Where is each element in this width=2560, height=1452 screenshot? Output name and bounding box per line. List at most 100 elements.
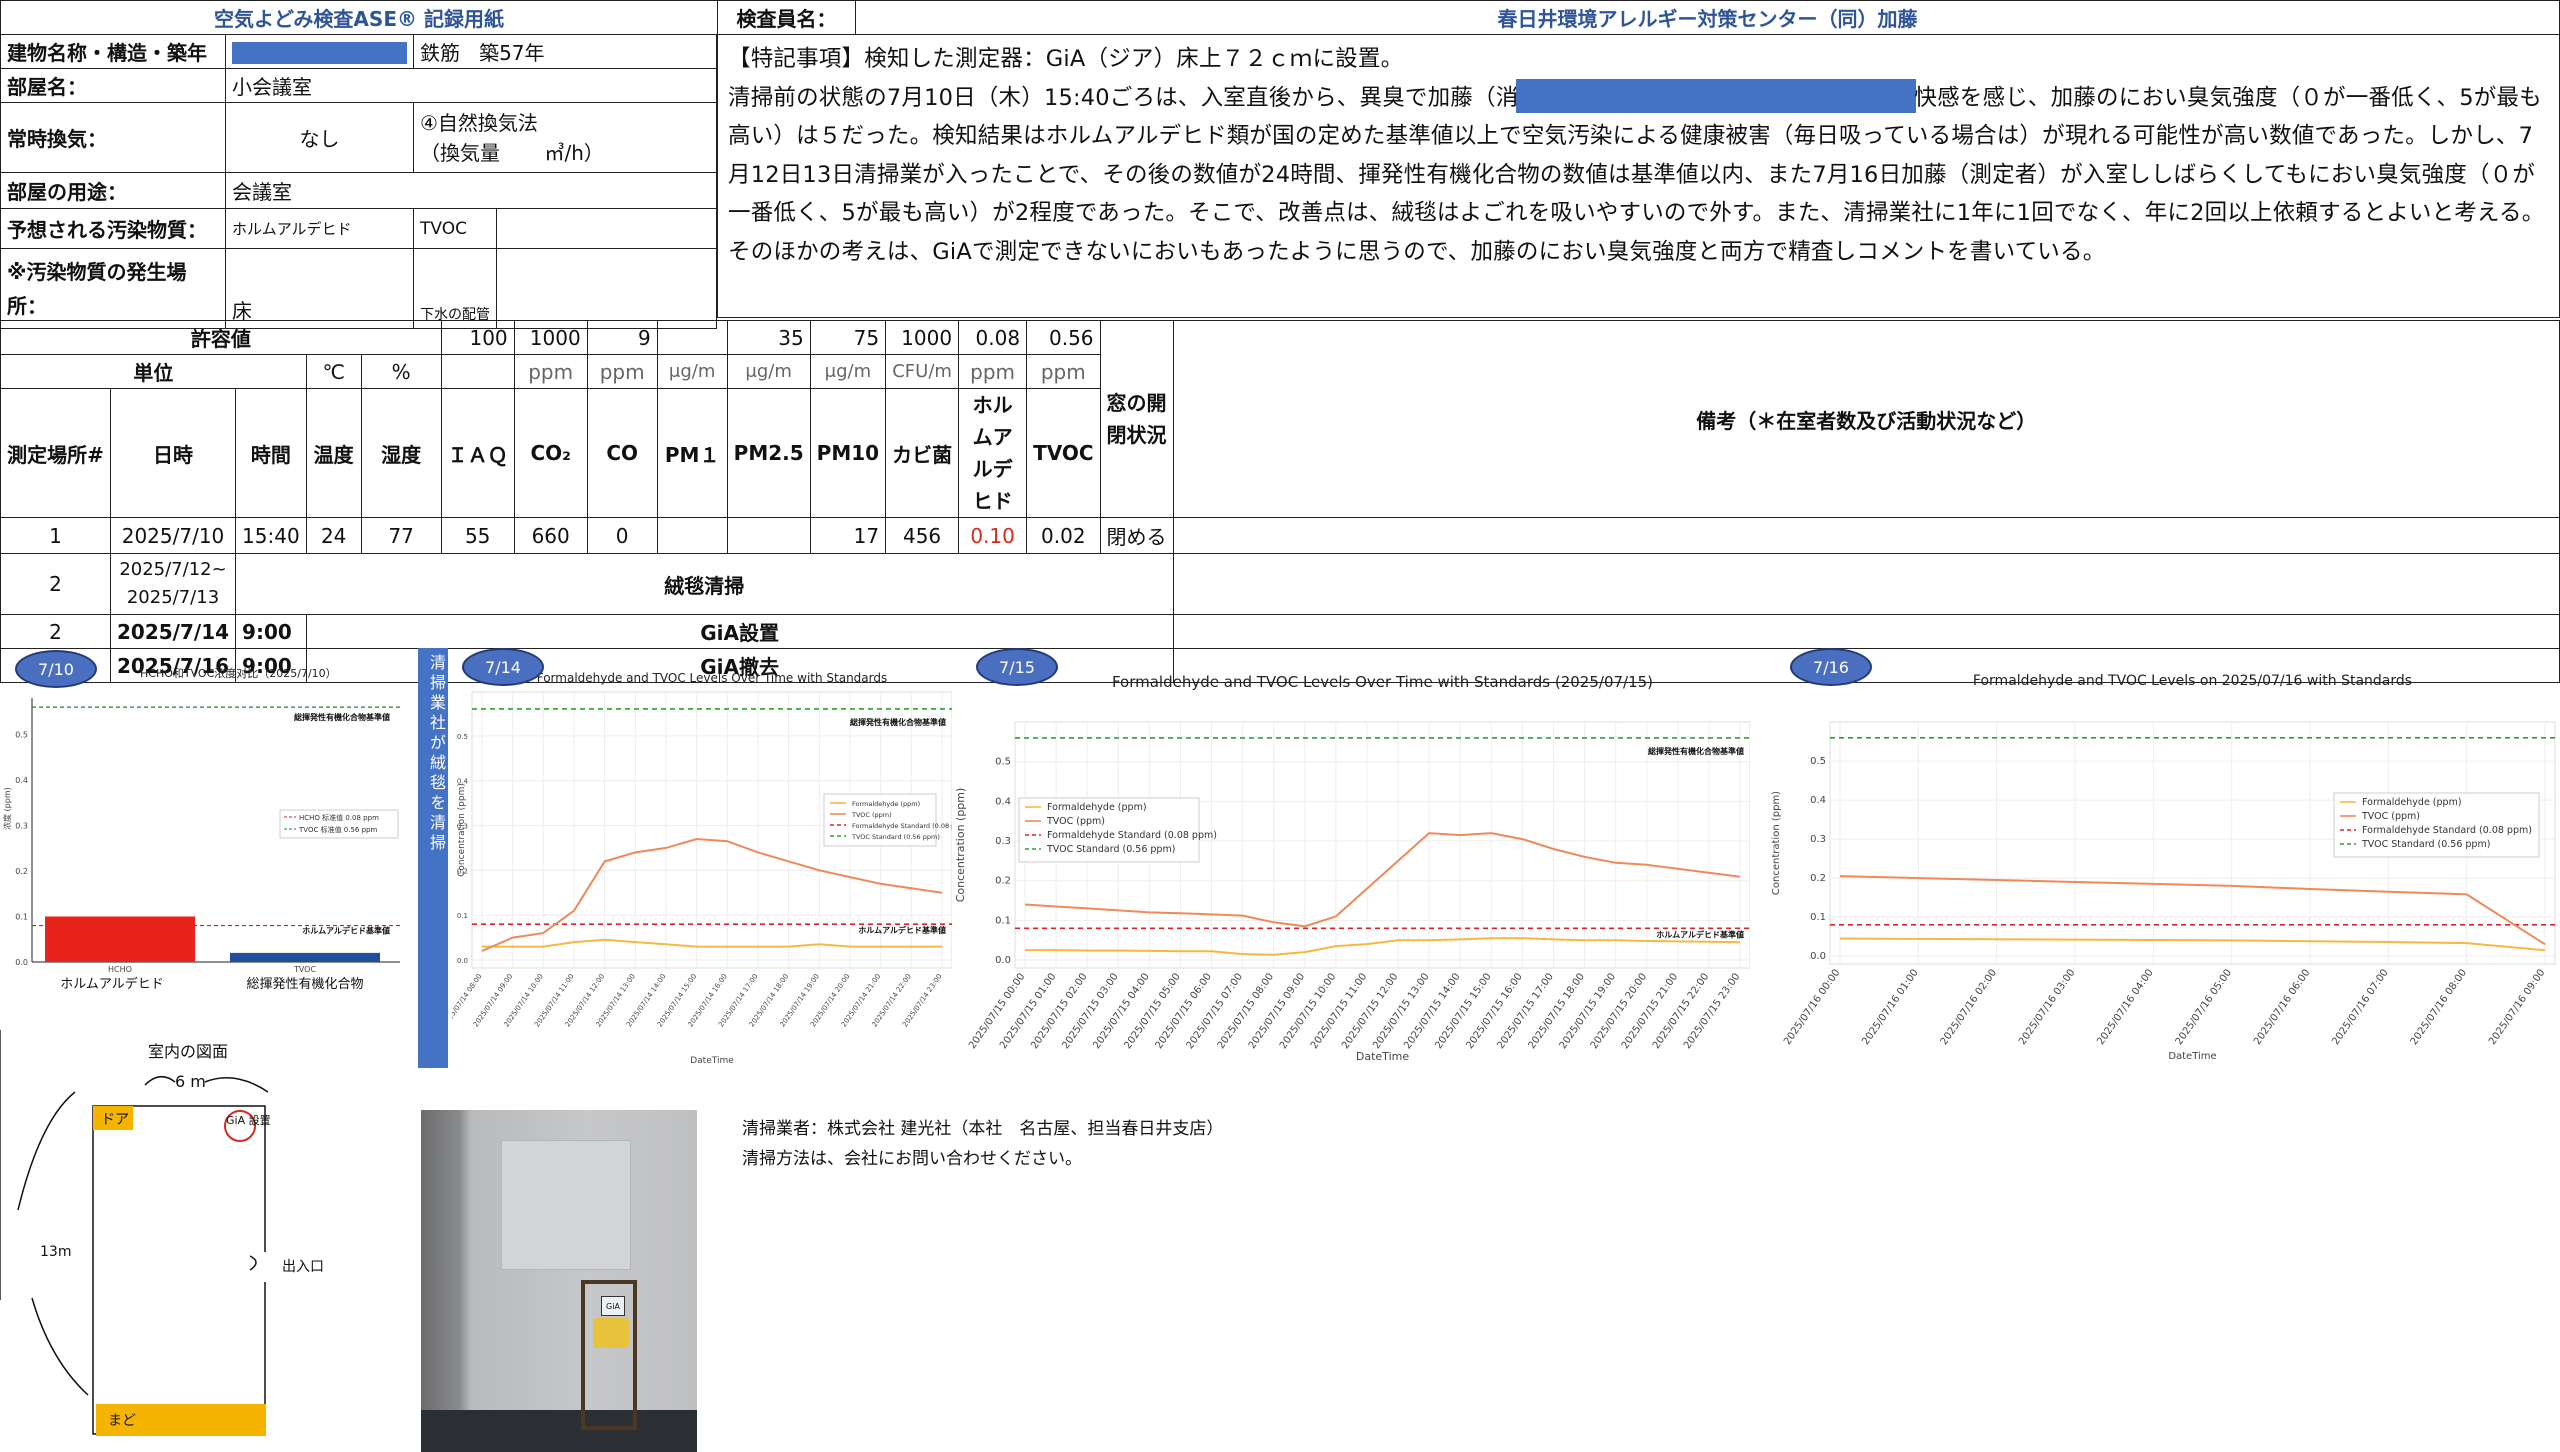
pollutant-empty	[496, 208, 717, 249]
floorplan-title: 室内の図面	[148, 1042, 228, 1061]
line-chart-0714: Formaldehyde and TVOC Levels Over Time w…	[452, 671, 952, 1066]
x-tick: 2025/07/15 17:00	[1496, 971, 1556, 1051]
legend-entry: TVOC (ppm)	[2361, 811, 2420, 822]
x-axis-label: DateTime	[690, 1056, 734, 1066]
form-title: 空気よどみ検査ASE® 記録用紙	[0, 0, 718, 35]
hdr-pm25: PM2.5	[726, 388, 811, 518]
pollutant-label: 予想される汚染物質：	[0, 208, 226, 249]
hdr-co: CO	[586, 388, 658, 518]
y-tick: 0.5	[1810, 756, 1826, 767]
y-tick: 0.4	[15, 776, 28, 785]
row1-date: 2025/7/10	[109, 517, 237, 554]
x-tick: 2025/07/15 08:00	[1216, 971, 1276, 1051]
hdr-iaq: ＩＡＱ	[440, 388, 515, 518]
window-label: まど	[108, 1413, 136, 1429]
legend-entry: TVOC 标准值 0.56 ppm	[298, 825, 377, 834]
x-tick: 2025/07/15 09:00	[1247, 971, 1307, 1051]
unit-tvoc: ppm	[1026, 354, 1101, 389]
floorplan-height: 13m	[40, 1244, 71, 1260]
y-tick: 0.3	[995, 836, 1011, 847]
legend-entry: Formaldehyde Standard (0.08 ppm)	[2362, 825, 2532, 836]
row3-place: 2	[0, 614, 111, 649]
line-chart-0715: Formaldehyde and TVOC Levels Over Time w…	[954, 673, 1750, 1063]
x-tick: 2025/07/15 22:00	[1651, 971, 1711, 1051]
chart-title: Formaldehyde and TVOC Levels Over Time w…	[1112, 673, 1653, 691]
x-tick: 2025/07/16 01:00	[1860, 967, 1920, 1047]
x-tick: 2025/07/16 04:00	[2095, 967, 2155, 1047]
legend-entry: TVOC (ppm)	[851, 811, 892, 819]
limit-co2: 1000	[513, 320, 588, 355]
table-row: 2 2025/7/14 9:00 GiA設置	[0, 614, 2560, 649]
x-tick: 2025/07/15 16:00	[1464, 971, 1524, 1051]
date-badge-0710: 7/10	[15, 650, 97, 688]
limit-hcho: 0.08	[958, 320, 1028, 355]
cleaning-info: 清掃業者：株式会社 建光社（本社 名古屋、担当春日井支店） 清掃方法は、会社にお…	[742, 1114, 1223, 1174]
window-header: 窓の開閉状況	[1099, 320, 1174, 518]
pollutant-2: TVOC	[413, 208, 497, 249]
unit-hcho: ppm	[958, 354, 1028, 389]
x-tick: 2025/07/15 11:00	[1309, 971, 1369, 1051]
vent-value: なし	[225, 102, 414, 173]
building-label: 建物名称・構造・築年	[0, 34, 226, 69]
row1-remarks	[1172, 517, 2560, 554]
x-tick: 2025/07/15 19:00	[1558, 971, 1618, 1051]
notes-body: 清掃前の状態の7月10日（木）15:40ごろは、入室直後から、異臭で加藤（消 快感…	[728, 78, 2549, 272]
x-axis-label: DateTime	[1356, 1050, 1409, 1063]
unit-pm1: μg/m	[656, 354, 728, 389]
hdr-hcho: ホルムアルデヒド	[958, 388, 1028, 518]
x-tick: 2025/07/15 23:00	[1682, 971, 1742, 1051]
unit-temp: ℃	[305, 354, 362, 389]
x-tick: 2025/07/15 15:00	[1433, 971, 1493, 1051]
x-tick: 2025/07/16 02:00	[1939, 967, 1999, 1047]
legend-entry: TVOC Standard (0.56 ppm)	[1046, 844, 1175, 855]
source-1: 床	[225, 248, 414, 329]
std-label: ホルムアルデヒド基準値	[858, 925, 946, 935]
x-tick: 2025/07/16 06:00	[2252, 967, 2312, 1047]
unit-pm25: μg/m	[726, 354, 811, 389]
x-tick: 2025/07/15 00:00	[967, 971, 1027, 1051]
measurement-table: 許容値 100 1000 9 35 75 1000 0.08 0.56 窓の開閉…	[0, 320, 2560, 683]
chart-title: Formaldehyde and TVOC Levels Over Time w…	[537, 671, 888, 685]
row3-remarks	[1172, 614, 2560, 649]
y-tick: 0.2	[1810, 873, 1826, 884]
legend-entry: Formaldehyde (ppm)	[2362, 797, 2462, 808]
entrance-label: 出入口	[282, 1259, 324, 1275]
table-row: 1 2025/7/10 15:40 24 77 55 660 0 17 456 …	[0, 517, 2560, 554]
unit-co: ppm	[586, 354, 658, 389]
row1-iaq: 55	[440, 517, 515, 554]
legend-entry: Formaldehyde (ppm)	[852, 800, 920, 808]
y-tick: 0.3	[15, 821, 28, 830]
row1-tvoc: 0.02	[1026, 517, 1101, 554]
x-tick: 2025/07/15 21:00	[1620, 971, 1680, 1051]
row1-pm1	[656, 517, 728, 554]
y-tick: 0.5	[15, 730, 28, 739]
door-label: ドア	[101, 1112, 129, 1128]
x-tick: TVOC	[293, 965, 317, 974]
source-empty	[496, 248, 717, 329]
row1-pm10: 17	[809, 517, 887, 554]
room-usage: 会議室	[225, 172, 717, 209]
unit-co2: ppm	[513, 354, 588, 389]
chart-title: Formaldehyde and TVOC Levels on 2025/07/…	[1973, 673, 2412, 689]
special-notes: 【特記事項】検知した測定器：GiA（ジア）床上７２ｃｍに設置。 清掃前の状態の7…	[717, 34, 2560, 318]
vent-label: 常時換気：	[0, 102, 226, 173]
x-tick-jp: ホルムアルデヒド	[60, 976, 164, 990]
building-structure: 鉄筋 築57年	[413, 34, 717, 69]
legend-entry: Formaldehyde Standard (0.08 ppm)	[1047, 830, 1217, 841]
x-tick: 2025/07/16 08:00	[2409, 967, 2469, 1047]
row1-mold: 456	[885, 517, 960, 554]
row1-place: 1	[0, 517, 111, 554]
room-photo: GiA	[421, 1110, 697, 1452]
date-badge-0716: 7/16	[1790, 648, 1872, 686]
limit-tvoc: 0.56	[1026, 320, 1101, 355]
row1-hum: 77	[360, 517, 442, 554]
bar	[45, 916, 195, 962]
y-tick: 0.0	[457, 957, 468, 965]
y-tick: 0.0	[1810, 951, 1826, 962]
cleaning-method: 清掃方法は、会社にお問い合わせください。	[742, 1149, 1082, 1169]
x-tick: HCHO	[108, 965, 132, 974]
x-tick: 2025/07/16 09:00	[2487, 967, 2547, 1047]
x-tick: 2025/07/15 12:00	[1340, 971, 1400, 1051]
legend-entry: TVOC Standard (0.56 ppm)	[851, 833, 940, 841]
x-tick: 2025/07/15 13:00	[1371, 971, 1431, 1051]
